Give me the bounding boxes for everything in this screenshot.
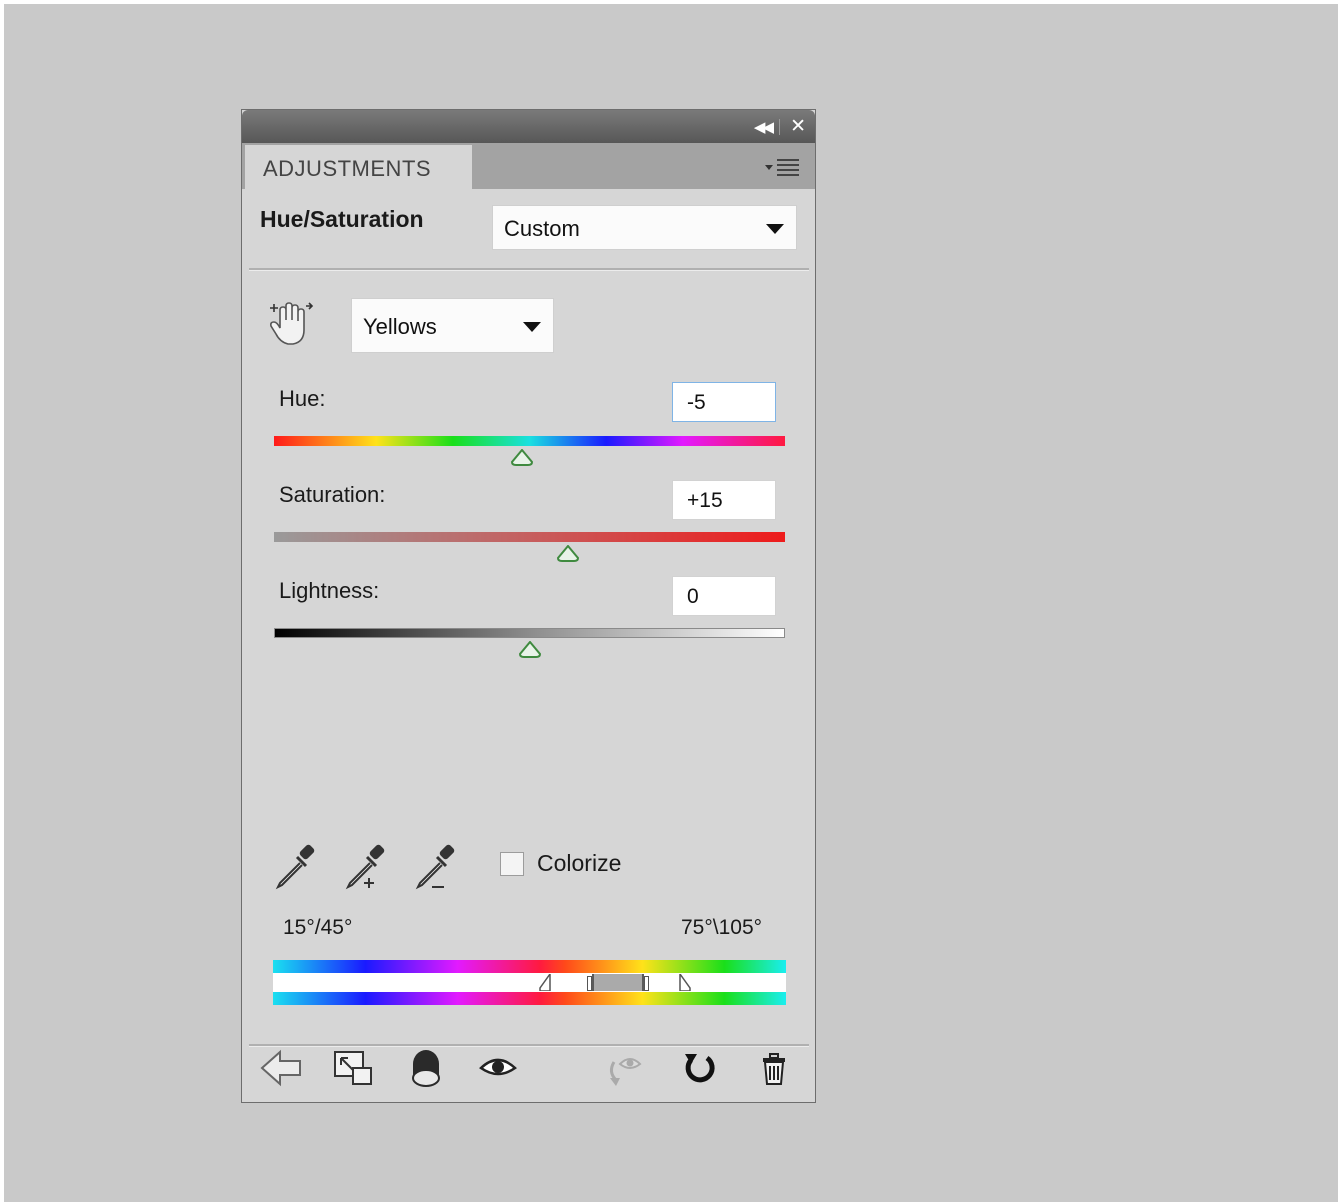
view-previous-state-icon[interactable] <box>602 1046 648 1090</box>
panel-titlebar: ◀◀ ✕ <box>242 110 815 143</box>
lightness-input[interactable]: 0 <box>672 576 776 616</box>
hue-value: -5 <box>687 391 706 414</box>
color-range-dropdown[interactable]: Yellows <box>351 298 554 353</box>
lightness-label: Lightness: <box>279 578 380 603</box>
saturation-input[interactable]: +15 <box>672 480 776 520</box>
saturation-slider-track[interactable] <box>274 532 785 542</box>
colorize-checkbox[interactable] <box>500 852 524 876</box>
saturation-value: +15 <box>687 489 723 512</box>
eyedropper-plus-icon[interactable] <box>342 843 390 891</box>
range-right-falloff-handle[interactable] <box>678 974 692 991</box>
range-degrees-right: 75°\105° <box>681 916 763 939</box>
collapse-icon[interactable]: ◀◀ <box>754 118 774 136</box>
tab-row: ADJUSTMENTS <box>242 143 815 189</box>
eyedropper-icon[interactable] <box>272 843 320 891</box>
close-icon[interactable]: ✕ <box>790 115 806 137</box>
lightness-slider-thumb[interactable] <box>518 641 542 659</box>
color-range-strip[interactable] <box>273 973 786 992</box>
saturation-label: Saturation: <box>279 482 386 507</box>
workspace-background: ◀◀ ✕ ADJUSTMENTS Hue/Saturation Custom Y… <box>4 4 1338 1202</box>
colorize-label: Colorize <box>537 850 622 876</box>
back-arrow-icon[interactable] <box>258 1046 304 1090</box>
range-left-handle[interactable] <box>587 976 592 991</box>
chevron-down-icon <box>523 322 541 332</box>
tab-adjustments[interactable]: ADJUSTMENTS <box>245 145 472 189</box>
chevron-down-icon <box>766 224 784 234</box>
panel-menu-icon[interactable] <box>763 156 805 178</box>
hue-slider-track[interactable] <box>274 436 785 446</box>
tab-label: ADJUSTMENTS <box>263 156 432 181</box>
eyedropper-minus-icon[interactable] <box>412 843 460 891</box>
range-right-handle[interactable] <box>644 976 649 991</box>
lightness-slider-track[interactable] <box>274 628 785 638</box>
trash-icon[interactable] <box>751 1046 797 1090</box>
hue-label: Hue: <box>279 386 326 411</box>
targeted-adjustment-hand-icon[interactable] <box>266 300 316 350</box>
clip-to-layer-icon[interactable] <box>404 1046 450 1090</box>
adjustment-title: Hue/Saturation <box>260 206 424 232</box>
saturation-slider-thumb[interactable] <box>556 545 580 563</box>
range-value: Yellows <box>363 314 437 339</box>
lightness-value: 0 <box>687 585 699 608</box>
output-color-bar <box>273 992 786 1005</box>
expand-view-icon[interactable] <box>331 1046 377 1090</box>
hue-input[interactable]: -5 <box>672 382 776 422</box>
visibility-eye-icon[interactable] <box>475 1046 521 1090</box>
range-left-falloff-handle[interactable] <box>538 974 552 991</box>
reset-icon[interactable] <box>677 1046 723 1090</box>
range-degrees-left: 15°/45° <box>283 916 353 939</box>
divider <box>249 268 809 271</box>
preset-dropdown[interactable]: Custom <box>492 205 797 250</box>
input-color-bar <box>273 960 786 973</box>
hue-slider-thumb[interactable] <box>510 449 534 467</box>
preset-value: Custom <box>504 216 580 241</box>
adjustments-panel: ◀◀ ✕ ADJUSTMENTS Hue/Saturation Custom Y… <box>241 109 816 1103</box>
titlebar-separator <box>779 119 780 135</box>
color-range-inner-selection[interactable] <box>592 974 644 991</box>
